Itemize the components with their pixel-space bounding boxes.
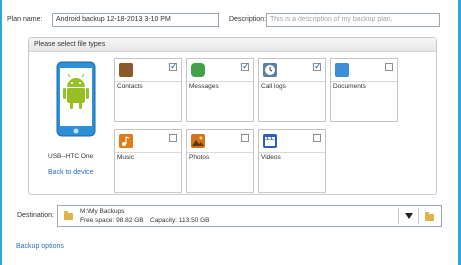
videos-checkbox[interactable] <box>313 134 321 142</box>
tile-label: Music <box>117 154 134 161</box>
contacts-book-icon <box>119 63 133 77</box>
file-types-header: Please select file types <box>29 38 436 52</box>
browse-folder-icon[interactable] <box>425 212 434 221</box>
messages-icon <box>191 63 205 77</box>
call-logs-checkbox[interactable] <box>313 61 322 72</box>
file-type-tile-messages[interactable]: Messages <box>186 58 254 122</box>
documents-checkbox[interactable] <box>385 63 393 71</box>
device-phone-image <box>45 59 107 141</box>
photos-checkbox[interactable] <box>241 134 249 142</box>
description-label: Description: <box>229 16 266 23</box>
file-type-tile-photos[interactable]: Photos <box>186 129 254 193</box>
back-to-device-link[interactable]: Back to device <box>48 169 94 176</box>
file-type-tile-call-logs[interactable]: Call logs <box>258 58 326 122</box>
messages-checkbox[interactable] <box>241 61 250 72</box>
file-types-group: Please select file types USB--HTC One Ba… <box>28 37 437 195</box>
destination-select[interactable]: M:\My Backups Free space: 98.82 GB Capac… <box>57 205 442 227</box>
tile-label: Photos <box>189 154 210 161</box>
file-type-tile-videos[interactable]: Videos <box>258 129 326 193</box>
backup-options-link[interactable]: Backup options <box>16 243 64 250</box>
music-checkbox[interactable] <box>169 134 177 142</box>
videos-clapper-icon <box>263 134 277 148</box>
call-logs-clock-icon <box>263 63 277 77</box>
free-space: Free space: 98.82 GB <box>80 217 144 224</box>
tile-label: Documents <box>333 83 366 90</box>
tile-label: Messages <box>189 83 219 90</box>
phone-icon <box>56 61 96 137</box>
chevron-down-icon[interactable] <box>405 213 413 219</box>
tile-label: Contacts <box>117 83 143 90</box>
tile-label: Call logs <box>261 83 286 90</box>
photos-icon <box>191 134 205 148</box>
capacity: Capacity: 113.50 GB <box>150 217 210 224</box>
description-input[interactable]: This is a description of my backup plan. <box>266 13 440 27</box>
plan-name-label: Plan name: <box>7 16 43 23</box>
file-type-tile-contacts[interactable]: Contacts <box>114 58 182 122</box>
music-note-icon <box>119 134 133 148</box>
folder-icon <box>64 211 73 220</box>
contacts-checkbox[interactable] <box>169 61 178 72</box>
window-frame-left <box>0 0 2 265</box>
file-type-tile-documents[interactable]: Documents <box>330 58 398 122</box>
device-name: USB--HTC One <box>48 153 94 160</box>
plan-name-input[interactable]: Android backup 12-18-2013 3-10 PM <box>52 13 219 27</box>
file-type-tile-music[interactable]: Music <box>114 129 182 193</box>
destination-label: Destination: <box>17 212 54 219</box>
documents-icon <box>335 63 349 77</box>
tile-label: Videos <box>261 154 281 161</box>
destination-path: M:\My Backups <box>80 208 125 215</box>
